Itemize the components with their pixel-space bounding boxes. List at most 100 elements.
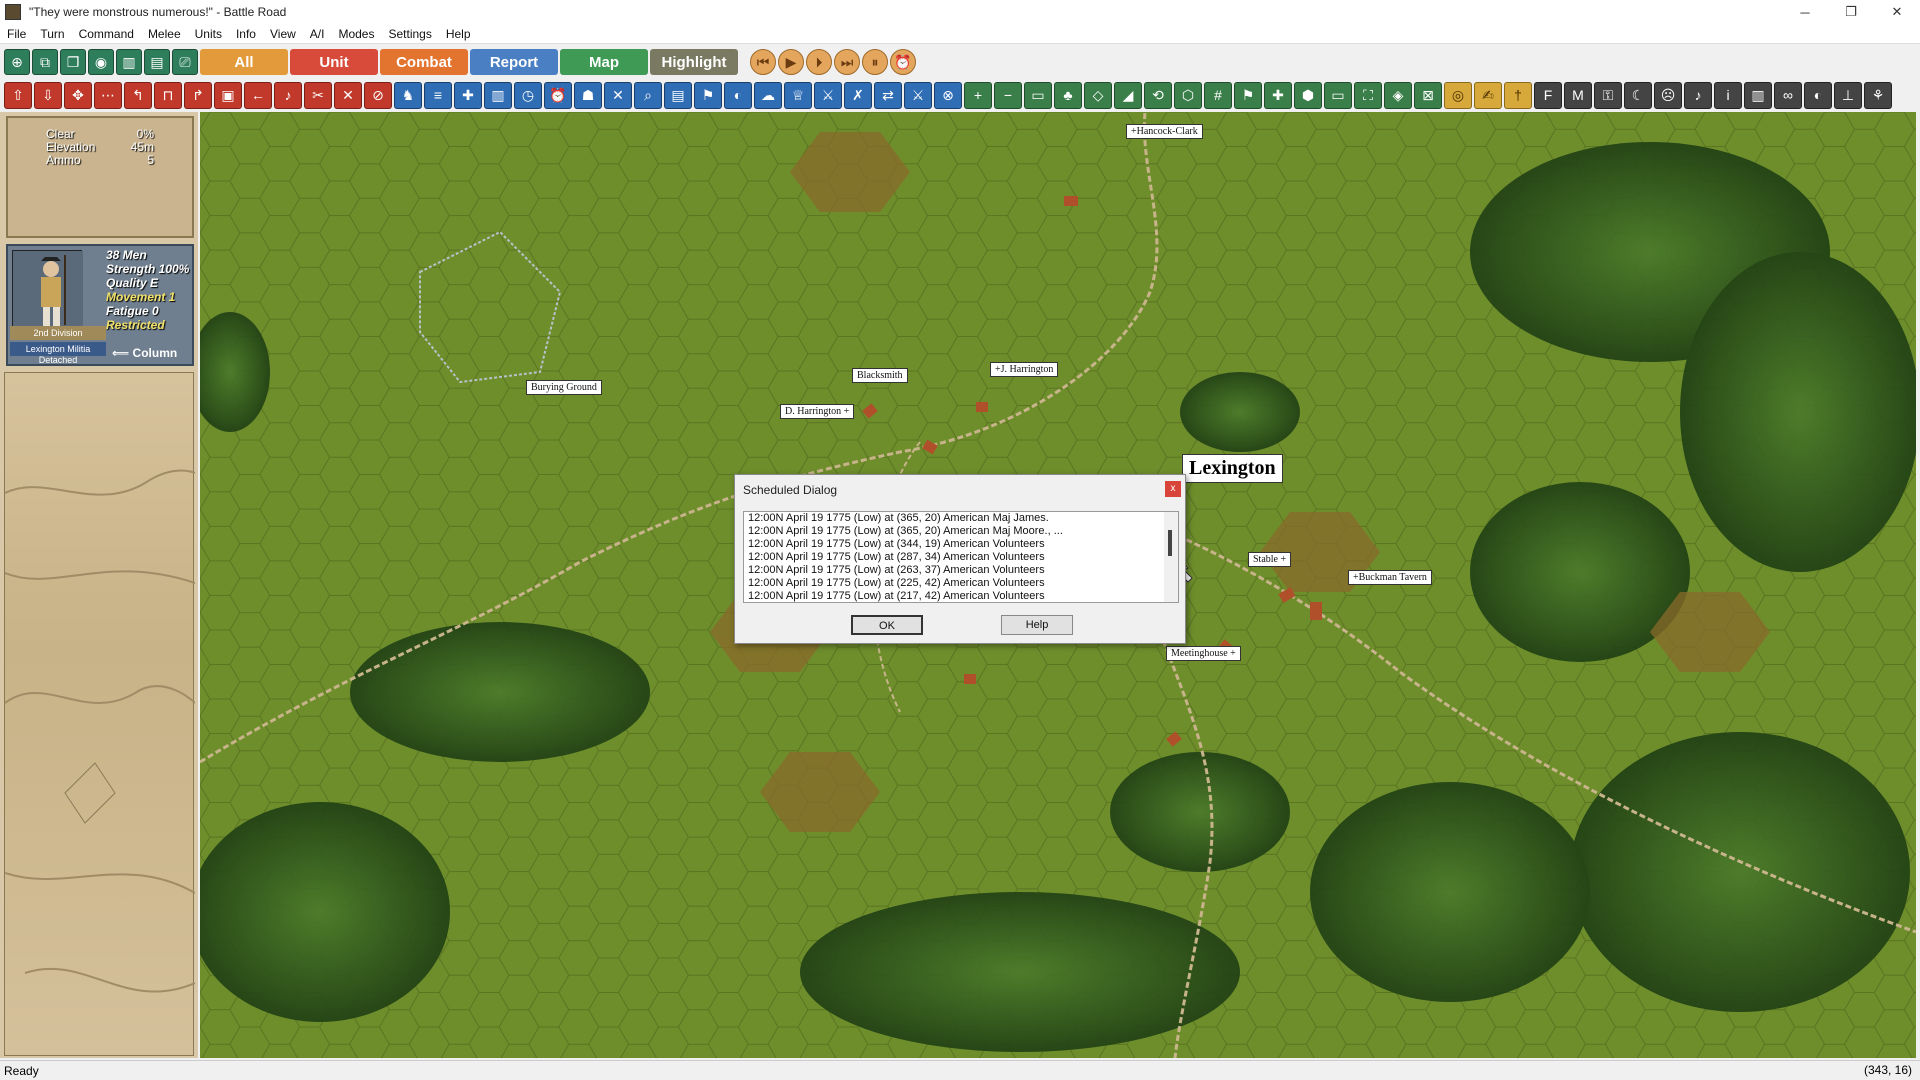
terrain-icon[interactable]: ◢	[1114, 81, 1142, 109]
hex-grid-icon[interactable]: ⬡	[1174, 81, 1202, 109]
eye-icon[interactable]: ◉	[88, 49, 114, 75]
target-icon[interactable]: ⊕	[4, 49, 30, 75]
book-icon[interactable]: ▥	[484, 81, 512, 109]
contrast-icon[interactable]: ◐	[1804, 81, 1832, 109]
binoculars-icon[interactable]: ∞	[1774, 81, 1802, 109]
list-item[interactable]: 12:00N April 19 1775 (Low) at (365, 20) …	[744, 512, 1178, 525]
lock-icon[interactable]: ⚿	[1594, 81, 1622, 109]
list-item[interactable]: 12:00N April 19 1775 (Low) at (225, 42) …	[744, 577, 1178, 590]
moon-icon[interactable]: ☾	[1624, 81, 1652, 109]
clipboard-icon[interactable]: ▤	[664, 81, 692, 109]
org-chart-icon[interactable]: ⊥	[1834, 81, 1862, 109]
fullscreen-icon[interactable]: ⛶	[1354, 81, 1382, 109]
horn-icon[interactable]: ♪	[274, 81, 302, 109]
list-item[interactable]: 12:00N April 19 1775 (Low) at (287, 34) …	[744, 551, 1178, 564]
number-icon[interactable]: #	[1204, 81, 1232, 109]
square-icon[interactable]: ▣	[214, 81, 242, 109]
menu-melee[interactable]: Melee	[141, 27, 188, 41]
melee-icon[interactable]: ✂	[304, 81, 332, 109]
half-circle-icon[interactable]: ◐	[724, 81, 752, 109]
no-combat-icon[interactable]: ⊗	[934, 81, 962, 109]
m-icon[interactable]: M	[1564, 81, 1592, 109]
list-item[interactable]: 12:00N April 19 1775 (Low) at (263, 37) …	[744, 564, 1178, 577]
cloud-icon[interactable]: ☁	[754, 81, 782, 109]
tree-chart-icon[interactable]: ⚘	[1864, 81, 1892, 109]
about-face-icon[interactable]: ⊓	[154, 81, 182, 109]
ok-button[interactable]: OK	[851, 615, 923, 635]
alarm-icon[interactable]: ⏰	[890, 49, 916, 75]
pause-icon[interactable]: ⏸	[862, 49, 888, 75]
zoom-out-icon[interactable]: −	[994, 81, 1022, 109]
cross-icon[interactable]: ✚	[454, 81, 482, 109]
soldier-icon[interactable]: ☗	[574, 81, 602, 109]
filter-combat-button[interactable]: Combat	[380, 49, 468, 75]
info-icon[interactable]: i	[1714, 81, 1742, 109]
scrollbar-thumb[interactable]	[1168, 530, 1172, 556]
bayonet-icon[interactable]: †	[1504, 81, 1532, 109]
list-item[interactable]: 12:00N April 19 1775 (Low) at (217, 42) …	[744, 590, 1178, 602]
filter-unit-button[interactable]: Unit	[290, 49, 378, 75]
face-icon[interactable]: ☹	[1654, 81, 1682, 109]
menu-file[interactable]: File	[0, 27, 33, 41]
menu-modes[interactable]: Modes	[331, 27, 381, 41]
3d-view-icon[interactable]: ◇	[1084, 81, 1112, 109]
zoom-in-icon[interactable]: +	[964, 81, 992, 109]
menu-command[interactable]: Command	[72, 27, 141, 41]
rotate-right-icon[interactable]: ↱	[184, 81, 212, 109]
filter-icon[interactable]: ≡	[424, 81, 452, 109]
lock-view-icon[interactable]: ⎚	[172, 49, 198, 75]
f-icon[interactable]: F	[1534, 81, 1562, 109]
move-up-icon[interactable]: ⇧	[4, 81, 32, 109]
fast-forward-icon[interactable]: ⏭	[834, 49, 860, 75]
filter-report-button[interactable]: Report	[470, 49, 558, 75]
menu-view[interactable]: View	[263, 27, 303, 41]
label-icon[interactable]: ▭	[1324, 81, 1352, 109]
schedule-list[interactable]: 12:00N April 19 1775 (Low) at (365, 20) …	[743, 511, 1179, 603]
help-button[interactable]: Help	[1001, 615, 1073, 635]
tree-icon[interactable]: ♣	[1054, 81, 1082, 109]
coin-icon[interactable]: ◎	[1444, 81, 1472, 109]
columns-icon[interactable]: ▥	[1744, 81, 1772, 109]
list-item[interactable]: 12:00N April 19 1775 (Low) at (365, 20) …	[744, 525, 1178, 538]
play-icon[interactable]: ▶	[778, 49, 804, 75]
objective-flag-icon[interactable]: ⚑	[1234, 81, 1262, 109]
close-combat-icon[interactable]: ✕	[604, 81, 632, 109]
cancel-icon[interactable]: ✕	[334, 81, 362, 109]
line-icon[interactable]: ⋯	[94, 81, 122, 109]
alarm-clock-icon[interactable]: ⏰	[544, 81, 572, 109]
road-icon[interactable]: ⟲	[1144, 81, 1172, 109]
sound-icon[interactable]: ♪	[1684, 81, 1712, 109]
filter-map-button[interactable]: Map	[560, 49, 648, 75]
box-x-icon[interactable]: ⊠	[1414, 81, 1442, 109]
menu-info[interactable]: Info	[229, 27, 263, 41]
close-window-button[interactable]: ✕	[1874, 0, 1920, 24]
list-scrollbar[interactable]	[1164, 512, 1178, 602]
filter-highlight-button[interactable]: Highlight	[650, 49, 738, 75]
move-down-icon[interactable]: ⇩	[34, 81, 62, 109]
plus-icon[interactable]: ✚	[1264, 81, 1292, 109]
minimap[interactable]	[4, 372, 196, 1056]
ratio-icon[interactable]: ⇄	[874, 81, 902, 109]
panel-icon[interactable]: ▤	[144, 49, 170, 75]
map-icon[interactable]: ▥	[116, 49, 142, 75]
combat-odds-icon[interactable]: ⚔	[904, 81, 932, 109]
flag-icon[interactable]: ⚑	[694, 81, 722, 109]
clock-icon[interactable]: ◷	[514, 81, 542, 109]
menu-ai[interactable]: A/I	[303, 27, 332, 41]
layers-icon[interactable]: ◈	[1384, 81, 1412, 109]
scroll-icon[interactable]: ✍	[1474, 81, 1502, 109]
swords-icon[interactable]: ⚔	[814, 81, 842, 109]
horse-icon[interactable]: ♞	[394, 81, 422, 109]
trophy-icon[interactable]: ♕	[784, 81, 812, 109]
menu-turn[interactable]: Turn	[33, 27, 71, 41]
filter-all-button[interactable]: All	[200, 49, 288, 75]
step-forward-icon[interactable]: ⏵	[806, 49, 832, 75]
list-item[interactable]: 12:00N April 19 1775 (Low) at (344, 19) …	[744, 538, 1178, 551]
menu-units[interactable]: Units	[188, 27, 229, 41]
menu-help[interactable]: Help	[439, 27, 478, 41]
dialog-close-button[interactable]: x	[1165, 481, 1181, 497]
search-icon[interactable]: ⌕	[634, 81, 662, 109]
formation-icon[interactable]: ✥	[64, 81, 92, 109]
unit-info[interactable]: 38 Men Strength 100% Quality E Movement …	[6, 244, 194, 366]
menu-settings[interactable]: Settings	[381, 27, 438, 41]
